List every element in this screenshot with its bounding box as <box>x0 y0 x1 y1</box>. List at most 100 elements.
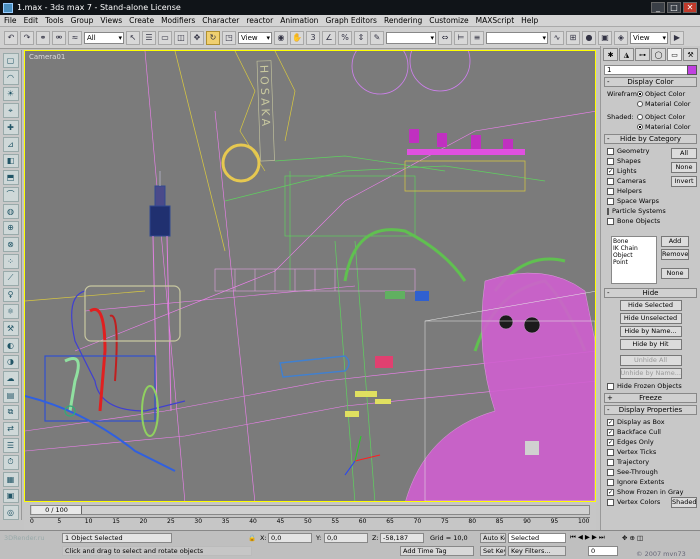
lathe-icon[interactable]: ◍ <box>2 203 19 219</box>
none-button[interactable]: None <box>671 162 697 173</box>
snap-toggle-icon[interactable]: 3 <box>306 30 320 45</box>
schematic-view-icon[interactable]: ⊞ <box>566 30 580 45</box>
scene-states-icon[interactable]: ⧉ <box>2 404 19 420</box>
add-button[interactable]: Add <box>661 236 689 247</box>
checkbox-hide-frozen[interactable] <box>607 382 614 390</box>
checkbox-lights[interactable]: ✓ <box>607 167 614 175</box>
particle-icon[interactable]: ⁘ <box>2 254 19 269</box>
radio-shaded-material[interactable] <box>637 124 643 130</box>
current-frame-field[interactable]: 0 <box>588 546 618 556</box>
bind-spacewarp-icon[interactable]: ≈ <box>68 30 82 45</box>
render-last-icon[interactable]: ▶ <box>670 30 684 45</box>
set-key-button[interactable]: Set Key <box>480 546 506 556</box>
checkbox-space-warps[interactable] <box>607 197 614 205</box>
selection-filter-dropdown[interactable]: All <box>84 31 124 44</box>
dope-sheet-icon[interactable]: ▦ <box>2 471 19 487</box>
edit-mesh-icon[interactable]: ◧ <box>2 153 19 169</box>
track-view-icon[interactable]: ⏱ <box>2 455 19 470</box>
remove-button[interactable]: Remove <box>661 249 689 260</box>
display-tab-icon[interactable]: ▭ <box>667 48 682 61</box>
render-frame-icon[interactable]: ▣ <box>2 488 19 504</box>
create-helper-icon[interactable]: ✚ <box>2 120 19 135</box>
layer-manager-icon[interactable]: ≡ <box>470 30 484 45</box>
rollout-hide-by-category[interactable]: - Hide by Category <box>604 134 697 144</box>
menu-help[interactable]: Help <box>521 16 538 25</box>
checkbox-display-as-box[interactable]: ✓ <box>607 418 614 426</box>
bend-icon[interactable]: ⌒ <box>2 187 19 202</box>
xref-icon[interactable]: ⇄ <box>2 421 19 437</box>
menu-reactor[interactable]: reactor <box>246 16 273 25</box>
menu-edit[interactable]: Edit <box>24 16 39 25</box>
list-item[interactable]: Point <box>613 259 655 266</box>
window-crossing-icon[interactable]: ◫ <box>174 30 188 45</box>
checkbox-see-through[interactable] <box>607 468 614 476</box>
checkbox-geometry[interactable] <box>607 147 614 155</box>
select-by-name-icon[interactable]: ☰ <box>142 30 156 45</box>
all-button[interactable]: All <box>671 148 697 159</box>
unhide-by-name-button[interactable]: Unhide by Name... <box>619 368 682 379</box>
modify-tab-icon[interactable]: ◮ <box>619 48 634 61</box>
menu-character[interactable]: Character <box>202 16 239 25</box>
invert-button[interactable]: Invert <box>671 176 697 187</box>
environment-icon[interactable]: ☁ <box>2 371 19 386</box>
unlink-icon[interactable]: ⚮ <box>52 30 66 45</box>
none-list-button[interactable]: None <box>661 268 689 279</box>
curve-editor-icon[interactable]: ∿ <box>550 30 564 45</box>
rect-selection-icon[interactable]: ▭ <box>158 30 172 45</box>
rollout-display-color[interactable]: - Display Color <box>604 77 697 87</box>
create-camera-icon[interactable]: ⌖ <box>2 103 19 118</box>
utility-icon[interactable]: ⚒ <box>2 321 19 336</box>
named-selection-icon[interactable]: ✎ <box>370 30 384 45</box>
spinner-snap-icon[interactable]: ⇕ <box>354 30 368 45</box>
radio-wire-object[interactable] <box>637 91 643 97</box>
mirror-icon[interactable]: ⇔ <box>438 30 452 45</box>
layer-icon[interactable]: ☰ <box>2 438 19 453</box>
quick-render-icon[interactable]: ◈ <box>614 30 628 45</box>
minimize-button[interactable]: _ <box>651 2 665 13</box>
camera-viewport[interactable]: Camera01 HOSAKA <box>24 50 596 502</box>
link-icon[interactable]: ⚭ <box>36 30 50 45</box>
checkbox-trajectory[interactable] <box>607 458 614 466</box>
menu-tools[interactable]: Tools <box>45 16 63 25</box>
menu-file[interactable]: File <box>4 16 17 25</box>
biped-icon[interactable]: ♀ <box>2 287 19 303</box>
auto-key-button[interactable]: Auto Key <box>480 533 506 543</box>
compound-icon[interactable]: ⊗ <box>2 237 19 252</box>
playback-controls-icon[interactable]: ⏮◀▶▶⏭ <box>570 533 607 542</box>
checkbox-vertex-ticks[interactable] <box>607 448 614 456</box>
create-light-icon[interactable]: ☀ <box>2 86 19 102</box>
add-time-tag-button[interactable]: Add Time Tag <box>400 546 474 556</box>
checkbox-particle-systems[interactable] <box>607 207 609 215</box>
checkbox-show-frozen-gray[interactable]: ✓ <box>607 488 614 496</box>
create-tab-icon[interactable]: ✱ <box>603 48 618 61</box>
object-name-field[interactable]: 1 <box>604 65 697 75</box>
close-button[interactable]: ✕ <box>683 2 697 13</box>
key-filters-button[interactable]: Key Filters... <box>508 546 566 556</box>
checkbox-backface-cull[interactable]: ✓ <box>607 428 614 436</box>
lock-icon[interactable]: 🔒 <box>248 534 256 542</box>
named-selection-dropdown[interactable] <box>386 31 436 44</box>
checkbox-shapes[interactable] <box>607 157 614 165</box>
ref-coord-dropdown[interactable]: View <box>238 31 272 44</box>
reactor-icon[interactable]: ⚛ <box>2 304 19 319</box>
material-editor-icon[interactable]: ● <box>582 30 596 45</box>
select-object-icon[interactable]: ↖ <box>126 30 140 45</box>
unhide-all-button[interactable]: Unhide All <box>619 355 682 366</box>
list-item[interactable]: Bone <box>613 238 655 245</box>
object-color-swatch[interactable] <box>687 65 697 75</box>
hierarchy-tab-icon[interactable]: ⊶ <box>635 48 650 61</box>
modifier-icon[interactable]: ⊿ <box>2 136 19 152</box>
rollout-hide[interactable]: - Hide <box>604 288 697 298</box>
menu-maxscript[interactable]: MAXScript <box>476 16 515 25</box>
x-field[interactable]: 0,0 <box>268 533 312 543</box>
menu-modifiers[interactable]: Modifiers <box>161 16 195 25</box>
menu-views[interactable]: Views <box>100 16 122 25</box>
maximize-button[interactable]: □ <box>667 2 681 13</box>
hide-selected-button[interactable]: Hide Selected <box>619 300 682 311</box>
render-scene-icon[interactable]: ▣ <box>598 30 612 45</box>
menu-create[interactable]: Create <box>129 16 154 25</box>
material-icon[interactable]: ◐ <box>2 337 19 353</box>
percent-snap-icon[interactable]: % <box>338 30 352 45</box>
hide-unselected-button[interactable]: Hide Unselected <box>619 313 682 324</box>
bone-icon[interactable]: ⟋ <box>2 270 19 286</box>
